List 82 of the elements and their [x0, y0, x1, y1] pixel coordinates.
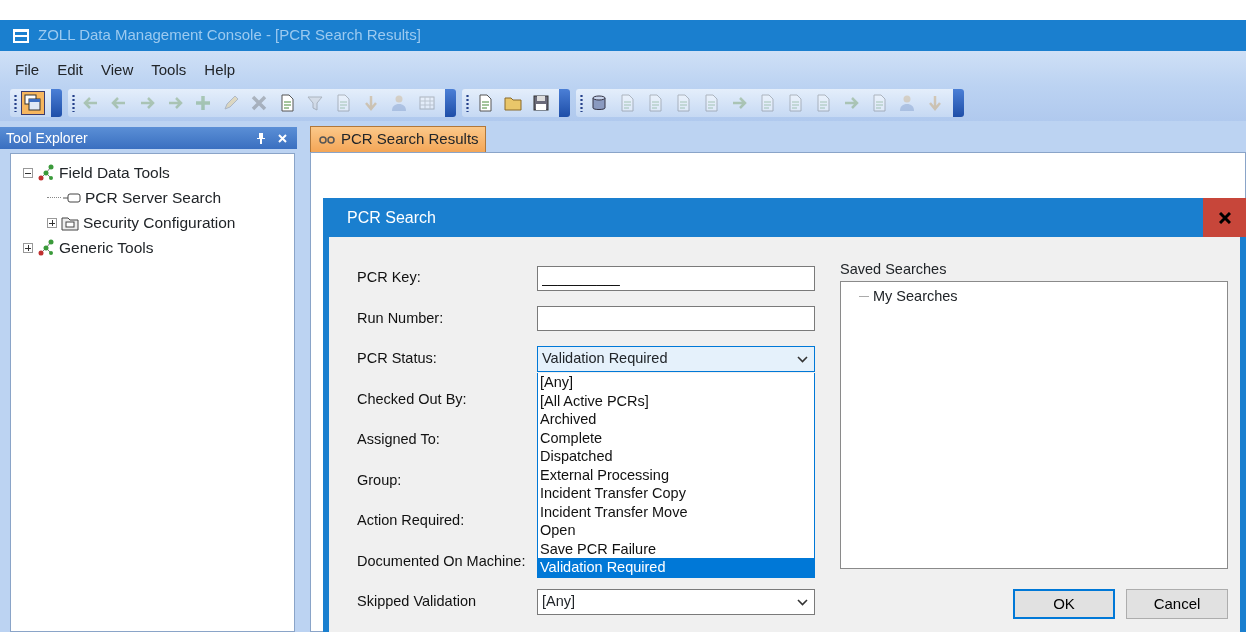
field-label: Checked Out By: — [357, 389, 468, 409]
network-icon — [37, 163, 55, 182]
page-icon — [618, 94, 636, 112]
page-icon — [870, 94, 888, 112]
dropdown-option[interactable]: Archived — [538, 410, 814, 429]
dropdown-option[interactable]: [All Active PCRs] — [538, 391, 814, 410]
page-icon — [702, 94, 720, 112]
dropdown-option[interactable]: Save PCR Failure — [538, 539, 814, 558]
toolbar-overflow-button[interactable] — [559, 89, 570, 117]
person-icon — [898, 94, 916, 112]
menu-item[interactable]: File — [12, 58, 43, 81]
page-icon — [758, 94, 776, 112]
tree-item[interactable]: Generic Tools — [59, 235, 154, 260]
pencil-icon — [222, 94, 240, 112]
document-tab[interactable]: PCR Search Results — [310, 126, 486, 152]
field-label: Assigned To: — [357, 430, 441, 450]
chevron-down-icon — [797, 598, 808, 606]
dropdown[interactable]: Validation Required — [537, 346, 815, 373]
menu-item[interactable]: Edit — [54, 58, 87, 81]
dropdown-option[interactable]: External Processing — [538, 465, 814, 484]
field-label: Skipped Validation — [357, 592, 478, 612]
dropdown-option[interactable]: Open — [538, 521, 814, 540]
chevron-down-icon — [797, 355, 808, 363]
dropdown-option[interactable]: Incident Transfer Move — [538, 502, 814, 521]
app-icon — [12, 26, 30, 45]
page-icon — [334, 94, 352, 112]
plus-icon — [194, 94, 212, 112]
collapse-icon[interactable] — [23, 167, 33, 178]
dropdown[interactable]: [Any] — [537, 589, 815, 616]
field-label: Documented On Machine: — [357, 551, 527, 571]
glasses-icon — [319, 134, 335, 145]
dialog-title: PCR Search — [347, 207, 437, 228]
tree-item[interactable]: Field Data Tools — [59, 160, 170, 185]
toolbar-overflow-button[interactable] — [445, 89, 456, 117]
network-icon — [37, 238, 55, 257]
page-icon — [278, 94, 296, 112]
cancel-button[interactable]: Cancel — [1126, 589, 1228, 619]
list-label: Saved Searches — [840, 260, 948, 280]
page-icon — [674, 94, 692, 112]
cross-icon — [250, 94, 268, 112]
grid-icon — [418, 94, 436, 112]
dropdown-option[interactable]: Validation Required — [538, 558, 814, 577]
windows-icon — [24, 94, 42, 112]
field-label: PCR Status: — [357, 349, 438, 369]
close-button[interactable] — [1203, 198, 1246, 237]
close-icon — [1218, 212, 1231, 225]
field-label: Group: — [357, 470, 403, 490]
page-icon — [786, 94, 804, 112]
toolbar-button[interactable] — [21, 91, 45, 115]
input-field[interactable] — [537, 306, 815, 332]
menu-item[interactable]: Tools — [148, 58, 190, 81]
database-icon — [590, 94, 608, 112]
tree-item[interactable]: PCR Server Search — [85, 185, 222, 210]
tree-item[interactable]: My Searches — [873, 286, 958, 308]
menu-item[interactable]: View — [98, 58, 137, 81]
toolbar-overflow-button[interactable] — [51, 89, 62, 117]
page-icon — [646, 94, 664, 112]
page-icon — [476, 94, 494, 112]
dropdown-option[interactable]: Incident Transfer Copy — [538, 484, 814, 503]
down-arrow-icon — [926, 94, 944, 112]
expand-icon[interactable] — [23, 242, 33, 253]
tree-item[interactable]: Security Configuration — [83, 210, 236, 235]
close-icon[interactable] — [278, 133, 287, 143]
expand-icon[interactable] — [47, 217, 57, 228]
toolbar-overflow-button[interactable] — [953, 89, 964, 117]
dropdown-option[interactable]: [Any] — [538, 373, 814, 392]
menu-item[interactable]: Help — [201, 58, 239, 81]
field-label: PCR Key: — [357, 268, 422, 288]
ok-button[interactable]: OK — [1013, 589, 1115, 619]
pin-icon[interactable] — [256, 132, 266, 144]
dropdown-option[interactable]: Complete — [538, 428, 814, 447]
down-arrow-icon — [362, 94, 380, 112]
field-label: Run Number: — [357, 308, 445, 328]
dropdown-option[interactable]: Dispatched — [538, 447, 814, 466]
field-label: Action Required: — [357, 511, 466, 531]
folder-icon — [504, 94, 522, 112]
page-icon — [814, 94, 832, 112]
window-title: ZOLL Data Management Console - [PCR Search Results] — [38, 25, 421, 46]
panel-title: Tool Explorer — [6, 128, 89, 148]
input-field[interactable]: __________ — [537, 265, 815, 291]
person-icon — [390, 94, 408, 112]
funnel-icon — [306, 94, 324, 112]
